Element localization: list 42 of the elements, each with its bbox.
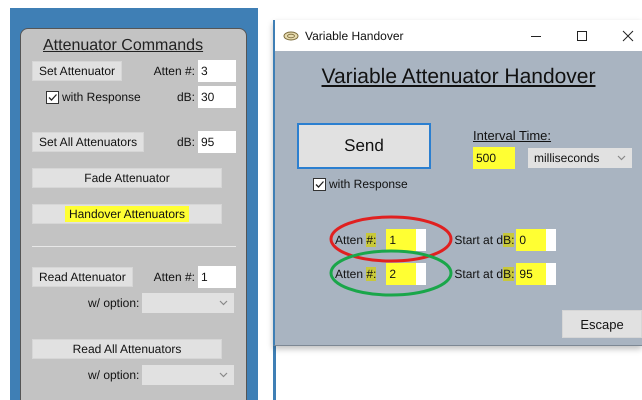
dialog-heading: Variable Attenuator Handover — [322, 65, 596, 89]
field-label: dB: — [176, 90, 196, 104]
close-icon[interactable] — [622, 30, 634, 42]
field-label: Atten #: — [152, 270, 196, 284]
field-label: w/ option: — [87, 296, 140, 310]
field-label: w/ option: — [87, 368, 140, 382]
checkbox[interactable] — [313, 178, 326, 190]
chevron-down-icon — [617, 155, 626, 161]
checkbox-label: with Response — [329, 177, 408, 191]
field-label: Atten #: — [335, 266, 378, 280]
chevron-down-icon — [219, 372, 228, 378]
send-button[interactable]: Send — [297, 123, 431, 169]
unit-dropdown[interactable]: milliseconds — [528, 148, 632, 168]
window-title: Variable Handover — [305, 28, 404, 42]
command-button[interactable]: Set All Attenuators — [32, 132, 144, 152]
checkbox[interactable] — [46, 90, 59, 104]
start-db-field[interactable]: 0 — [516, 228, 556, 250]
checkbox-label: with Response — [62, 90, 141, 104]
field-label: Atten #: — [152, 64, 196, 78]
command-button[interactable]: Set Attenuator — [32, 61, 122, 81]
start-db-field[interactable]: 95 — [516, 262, 556, 284]
field-label: dB: — [176, 135, 196, 149]
command-button[interactable]: Handover Attenuators — [32, 204, 222, 224]
chevron-down-icon — [219, 300, 228, 306]
panel-title: Attenuator Commands — [43, 37, 204, 55]
input-field[interactable]: 30 — [198, 86, 236, 108]
field-label: Start at dB: — [454, 232, 516, 246]
input-field[interactable]: 3 — [198, 60, 236, 82]
command-button[interactable]: Read All Attenuators — [32, 339, 222, 359]
interval-label: Interval Time: — [473, 128, 552, 143]
input-field[interactable]: 95 — [198, 131, 236, 153]
maximize-icon[interactable] — [576, 30, 588, 42]
field-label: Atten #: — [335, 232, 378, 246]
input-field[interactable]: 1 — [198, 266, 236, 288]
command-button[interactable]: Fade Attenuator — [32, 168, 222, 188]
app-icon — [283, 30, 299, 40]
atten-field[interactable]: 1 — [386, 228, 426, 250]
atten-field[interactable]: 2 — [386, 262, 426, 284]
escape-button[interactable]: Escape — [562, 310, 642, 338]
field-label: Start at dB: — [454, 266, 516, 280]
command-button[interactable]: Read Attenuator — [32, 267, 133, 287]
interval-field[interactable]: 500 — [473, 147, 515, 169]
